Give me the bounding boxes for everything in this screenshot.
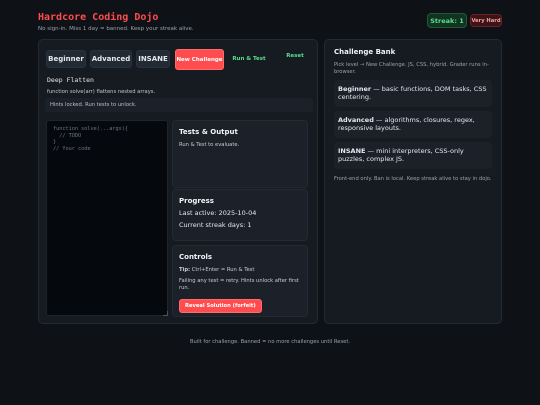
bank-subtitle: Pick level → New Challenge. JS, CSS, hyb… [334, 62, 489, 76]
hint-text: Hints locked. Run tests to unlock. [50, 102, 137, 108]
streak-badge: Streak: 1 [427, 13, 467, 28]
bank-item-level: INSANE [338, 146, 366, 155]
tests-output-card: Tests & Output Run & Test to evaluate. [172, 120, 308, 188]
main-panel: Beginner Advanced INSANE New Challenge R… [38, 39, 318, 324]
tip-text: Ctrl+Enter = Run & Test [190, 267, 255, 273]
hint-box: Hints locked. Run tests to unlock. [45, 98, 313, 112]
reset-button[interactable]: Reset [279, 47, 311, 65]
bank-footer: Front-end only. Ban is local. Keep strea… [334, 175, 492, 182]
app-subtitle: No sign-in. Miss 1 day = banned. Keep yo… [38, 26, 194, 32]
controls-tip: Tip: Ctrl+Enter = Run & Test [179, 267, 301, 274]
new-challenge-button[interactable]: New Challenge [175, 49, 224, 70]
challenge-bank-panel: Challenge Bank Pick level → New Challeng… [324, 39, 502, 324]
last-active-text: Last active: 2025-10-04 [179, 209, 257, 217]
difficulty-badge: Very Hard [470, 14, 502, 27]
editor-resize-handle[interactable] [163, 311, 168, 316]
code-editor[interactable]: function solve(...args){ // TODO } // Yo… [46, 120, 168, 316]
bank-item-level: Advanced [338, 115, 374, 124]
bank-item-insane: INSANE — mini interpreters, CSS-only puz… [334, 141, 492, 169]
tip-label: Tip: [179, 267, 191, 273]
app-header: Hardcore Coding Dojo No sign-in. Miss 1 … [38, 12, 194, 32]
progress-card: Progress Last active: 2025-10-04 Current… [172, 189, 308, 241]
level-advanced-button[interactable]: Advanced [90, 50, 132, 68]
bank-item-beginner: Beginner — basic functions, DOM tasks, C… [334, 80, 492, 107]
challenge-description: function solve(arr) flattens nested arra… [47, 89, 156, 95]
retry-note: Failing any test = retry. Hints unlock a… [179, 278, 299, 292]
bank-item-advanced: Advanced — algorithms, closures, regex, … [334, 110, 492, 138]
progress-title: Progress [179, 197, 214, 205]
reveal-solution-button[interactable]: Reveal Solution (forfeit) [179, 299, 262, 314]
level-beginner-button[interactable]: Beginner [46, 50, 86, 68]
streak-days-text: Current streak days: 1 [179, 221, 252, 229]
run-test-button[interactable]: Run & Test [229, 50, 269, 68]
challenge-name: Deep Flatten [47, 76, 94, 84]
tests-output-message: Run & Test to evaluate. [179, 142, 240, 148]
app-title: Hardcore Coding Dojo [38, 12, 159, 23]
controls-card: Controls Tip: Ctrl+Enter = Run & Test Fa… [172, 245, 308, 317]
tests-output-title: Tests & Output [179, 128, 238, 136]
controls-title: Controls [179, 253, 213, 261]
bank-title: Challenge Bank [334, 48, 396, 56]
level-insane-button[interactable]: INSANE [136, 50, 170, 68]
bank-item-level: Beginner [338, 85, 372, 94]
page-footer: Built for challenge. Banned = no more ch… [189, 339, 351, 345]
